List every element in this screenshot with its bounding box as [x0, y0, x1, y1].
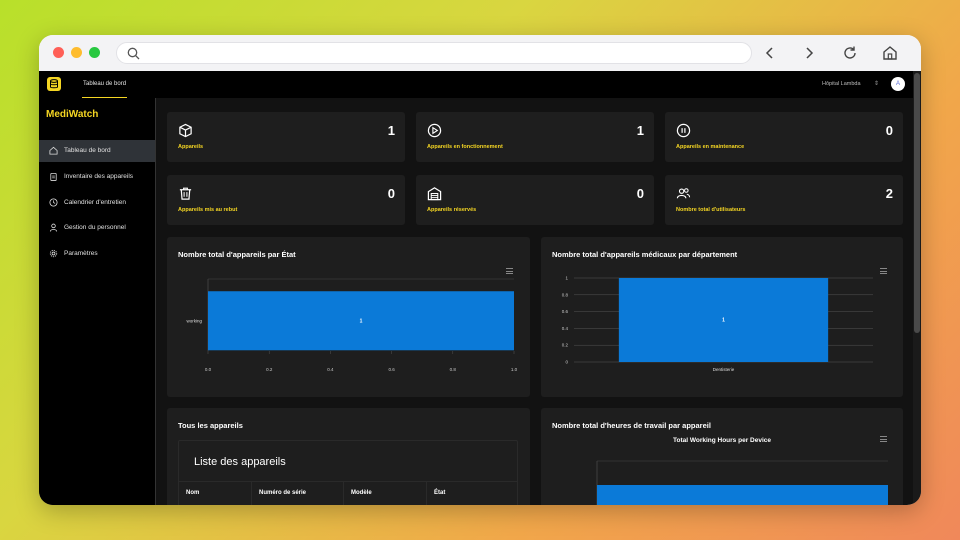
- trash-icon: [179, 187, 192, 200]
- browser-toolbar: [39, 35, 921, 71]
- close-window-button[interactable]: [53, 47, 64, 58]
- browser-window: Tableau de bord Hôpital Lambda ⇕ A MediW…: [39, 35, 921, 505]
- chart-bar: [597, 485, 888, 505]
- home-icon[interactable]: [881, 44, 899, 62]
- y-tick-label: 0.8: [562, 292, 569, 297]
- sidebar-item-label: Tableau de bord: [64, 147, 111, 154]
- sidebar-item-dashboard[interactable]: Tableau de bord: [39, 140, 155, 162]
- column-header-state[interactable]: État: [434, 490, 445, 496]
- stat-value: 1: [387, 123, 395, 138]
- clipboard-icon: [50, 172, 57, 181]
- stat-label: Appareils en fonctionnement: [427, 144, 503, 150]
- department-bar-chart: 0 0.2 0.4 0.6 0.8 1 1 Dentisterie: [562, 276, 873, 372]
- stat-label: Appareils réservés: [427, 207, 477, 213]
- avatar[interactable]: A: [891, 77, 905, 91]
- column-divider: [343, 482, 344, 505]
- scrollbar-thumb[interactable]: [914, 73, 920, 333]
- device-list-title: Liste des appareils: [194, 456, 286, 468]
- play-circle-icon: [427, 123, 442, 138]
- address-bar[interactable]: [116, 42, 752, 64]
- working-hours-chart: Total Working Hours per Device: [596, 437, 888, 505]
- sidebar-item-calendar[interactable]: Calendrier d'entretien: [39, 192, 155, 214]
- reload-icon[interactable]: [841, 44, 859, 62]
- app-viewport: Tableau de bord Hôpital Lambda ⇕ A MediW…: [39, 71, 921, 505]
- sidebar: MediWatch Tableau de bord Inventaire des…: [39, 98, 156, 505]
- tab-dashboard[interactable]: Tableau de bord: [82, 71, 128, 98]
- chart-title: Total Working Hours per Device: [673, 437, 771, 444]
- stat-label: Appareils en maintenance: [676, 144, 745, 150]
- x-tick-label: 0.2: [266, 367, 273, 372]
- sidebar-item-label: Paramètres: [64, 250, 98, 257]
- sidebar-item-label: Calendrier d'entretien: [64, 199, 126, 206]
- stat-value: 2: [885, 186, 893, 201]
- x-tick-label: 0.8: [450, 367, 457, 372]
- x-tick-label: 0.0: [205, 367, 212, 372]
- minimize-window-button[interactable]: [71, 47, 82, 58]
- gear-icon: [49, 249, 58, 258]
- data-label: 1: [722, 318, 725, 324]
- clock-icon: [49, 198, 58, 207]
- x-tick-label: 0.6: [388, 367, 395, 372]
- y-tick-label: 0: [565, 360, 568, 365]
- chart-panel-by-state: Nombre total d'appareils par État 1 worki…: [167, 237, 530, 397]
- table-header: Nom Numéro de série Modèle État: [179, 481, 517, 505]
- stat-value: 0: [885, 123, 893, 138]
- app-logo[interactable]: [47, 77, 61, 91]
- chart-panel-by-department: Nombre total d'appareils médicaux par dé…: [541, 237, 903, 397]
- stat-label: Nombre total d'utilisateurs: [676, 207, 746, 213]
- users-icon: [676, 188, 691, 199]
- search-icon: [127, 47, 140, 60]
- stat-label: Appareils mis au rebut: [178, 207, 238, 213]
- stat-card-reserved[interactable]: 0 Appareils réservés: [416, 175, 654, 225]
- brand-name: MediWatch: [46, 109, 99, 120]
- database-icon: [50, 79, 58, 89]
- working-hours-panel: Nombre total d'heures de travail par app…: [541, 408, 903, 505]
- user-icon: [49, 223, 58, 232]
- stat-label: Appareils: [178, 144, 204, 150]
- x-tick-label: Dentisterie: [713, 367, 735, 372]
- stat-value: 0: [636, 186, 644, 201]
- hospital-selector[interactable]: Hôpital Lambda: [822, 81, 861, 87]
- sidebar-item-inventory[interactable]: Inventaire des appareils: [39, 166, 155, 188]
- column-divider: [251, 482, 252, 505]
- stat-card-scrapped[interactable]: 0 Appareils mis au rebut: [167, 175, 405, 225]
- stat-card-maintenance[interactable]: 0 Appareils en maintenance: [665, 112, 903, 162]
- device-list: Liste des appareils Nom Numéro de série …: [178, 440, 518, 505]
- warehouse-icon: [427, 187, 442, 201]
- sidebar-item-staff[interactable]: Gestion du personnel: [39, 217, 155, 239]
- home-icon: [49, 146, 58, 155]
- top-bar: Tableau de bord Hôpital Lambda ⇕ A: [39, 71, 913, 98]
- panel-title: Tous les appareils: [178, 421, 243, 430]
- back-icon[interactable]: [761, 44, 779, 62]
- pause-circle-icon: [676, 123, 691, 138]
- x-tick-label: 1.0: [511, 367, 518, 372]
- data-label: 1: [360, 318, 363, 324]
- box-icon: [179, 123, 192, 138]
- column-divider: [426, 482, 427, 505]
- y-tick-label: 0.6: [562, 309, 569, 314]
- stat-value: 1: [636, 123, 644, 138]
- forward-icon[interactable]: [800, 44, 818, 62]
- state-bar-chart: 1 working 0.0 0.2 0.4 0.6 0.8 1.0: [186, 278, 518, 372]
- column-header-serial[interactable]: Numéro de série: [259, 490, 306, 496]
- sidebar-item-label: Gestion du personnel: [64, 224, 126, 231]
- stat-card-devices[interactable]: 1 Appareils: [167, 112, 405, 162]
- column-header-model[interactable]: Modèle: [351, 490, 372, 496]
- stat-card-working[interactable]: 1 Appareils en fonctionnement: [416, 112, 654, 162]
- category-tick-label: working: [186, 318, 202, 323]
- x-tick-label: 0.4: [327, 367, 334, 372]
- y-tick-label: 0.2: [562, 343, 569, 348]
- sidebar-item-settings[interactable]: Paramètres: [39, 243, 155, 265]
- stat-value: 0: [387, 186, 395, 201]
- stat-card-users[interactable]: 2 Nombre total d'utilisateurs: [665, 175, 903, 225]
- chevron-updown-icon[interactable]: ⇕: [874, 80, 879, 87]
- devices-panel: Tous les appareils Liste des appareils N…: [167, 408, 530, 505]
- y-tick-label: 0.4: [562, 326, 569, 331]
- maximize-window-button[interactable]: [89, 47, 100, 58]
- y-tick-label: 1: [565, 276, 568, 281]
- column-header-name[interactable]: Nom: [186, 490, 199, 496]
- sidebar-item-label: Inventaire des appareils: [64, 173, 134, 180]
